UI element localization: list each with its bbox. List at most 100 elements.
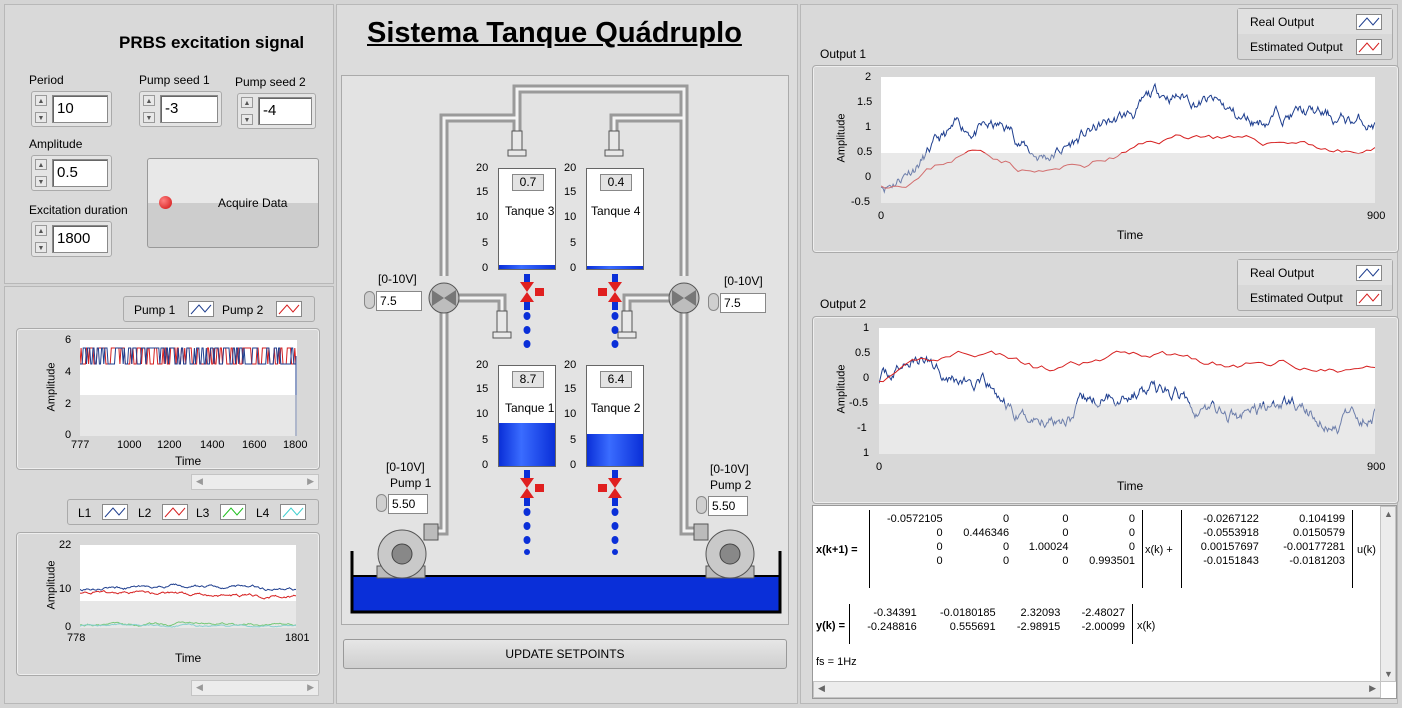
level-chart-scrollbar[interactable]: ◀ ▶ — [191, 680, 319, 696]
model-vertical-scrollbar[interactable]: ▲ ▼ — [1380, 506, 1396, 682]
legend-pump2-label: Pump 2 — [222, 303, 264, 317]
scroll-left-icon[interactable]: ◀ — [196, 476, 203, 487]
matrix-b-cell: 0.0150579 — [1293, 527, 1345, 539]
matrix-a-cell: 0 — [1002, 513, 1010, 525]
matrix-b-cell: -0.0181203 — [1289, 555, 1345, 567]
pump-chart-scrollbar[interactable]: ◀ ▶ — [191, 474, 319, 490]
signals-panel: Pump 1 Pump 2 6 4 2 0 Amplitude 777 1000… — [4, 286, 334, 704]
output1-xlabel: Time — [1117, 228, 1144, 242]
level-chart: 22 10 0 Amplitude 778 1801 Time — [16, 532, 320, 676]
valve-left-knob[interactable] — [364, 291, 375, 309]
pump-1-input[interactable]: 5.50 — [388, 494, 428, 514]
matrix-c-cell: -2.00099 — [1081, 621, 1125, 633]
scroll-left-icon[interactable]: ◀ — [818, 683, 825, 694]
pump-seed-1-input[interactable]: -3 — [160, 95, 218, 123]
excitation-duration-spinner[interactable]: ▲ ▼ — [35, 225, 49, 253]
valve-right-input[interactable]: 7.5 — [720, 293, 766, 313]
output1-legend-est-swatch — [1356, 39, 1382, 55]
scroll-right-icon[interactable]: ▶ — [307, 476, 314, 487]
matrix-a-cell: 0 — [1062, 513, 1069, 525]
matrix-c-cell: -2.48027 — [1081, 607, 1125, 619]
matrix-b-cell: -0.0553918 — [1203, 527, 1259, 539]
tank-1: 20 15 10 5 0 8.7 Tanque 1 — [476, 359, 564, 471]
excitation-duration-input[interactable]: 1800 — [52, 225, 108, 253]
legend-l4-label: L4 — [256, 506, 270, 520]
legend-pump1-label: Pump 1 — [134, 303, 176, 317]
plant-panel: Sistema Tanque Quádruplo 20 15 10 5 0 0.… — [336, 4, 798, 704]
legend-l1-label: L1 — [78, 506, 92, 520]
scroll-right-icon[interactable]: ▶ — [307, 682, 314, 693]
matrix-a-cell: 0 — [1062, 527, 1069, 539]
tank-2-water — [587, 434, 643, 466]
pump-ytick: 6 — [65, 334, 72, 346]
level-xlabel: Time — [175, 651, 202, 665]
valve-right-knob[interactable] — [708, 293, 719, 311]
output1-chart: 2 1.5 1 0.5 0 -0.5 Amplitude 0 900 Time — [812, 65, 1399, 253]
tank-scale: 5 — [482, 434, 489, 446]
matrix-b-cell: -0.0151843 — [1203, 555, 1259, 567]
pump-2-input[interactable]: 5.50 — [708, 496, 748, 516]
matrix-a-cell: 0 — [1128, 513, 1135, 525]
output1-ytick: -0.5 — [851, 196, 870, 208]
pump-seed-1-spinner[interactable]: ▲ ▼ — [143, 95, 157, 123]
legend-l3-label: L3 — [196, 506, 210, 520]
output1-title: Output 1 — [820, 47, 867, 61]
scroll-left-icon[interactable]: ◀ — [196, 682, 203, 693]
valve-left-range: [0-10V] — [378, 272, 417, 286]
pump-1-range: [0-10V] — [386, 460, 425, 474]
tank-scale: 20 — [564, 359, 577, 371]
output2-ytick: 1 — [863, 447, 870, 459]
output1-xtick: 900 — [1367, 210, 1386, 222]
update-setpoints-button[interactable]: UPDATE SETPOINTS — [343, 639, 787, 669]
amplitude-spinner[interactable]: ▲ ▼ — [35, 159, 49, 187]
pump-seed-2-spinner[interactable]: ▲ ▼ — [241, 97, 255, 125]
level-ylabel: Amplitude — [45, 560, 58, 610]
output2-ytick: 1 — [863, 322, 870, 334]
matrix-b-cell: -0.0267122 — [1203, 513, 1259, 525]
matrix-b-cell: 0.104199 — [1299, 513, 1345, 525]
level-xtick: 778 — [67, 632, 86, 644]
pump-chart: 6 4 2 0 Amplitude 777 1000 1200 1400 160… — [16, 328, 320, 470]
legend-l2-label: L2 — [138, 506, 152, 520]
tank-2: 20 15 10 5 0 6.4 Tanque 2 — [564, 359, 652, 471]
period-spinner[interactable]: ▲ ▼ — [35, 95, 49, 123]
output1-legend-est-label: Estimated Output — [1250, 40, 1343, 54]
xk-plus: x(k) + — [1145, 544, 1173, 556]
output1-legend-real-label: Real Output — [1250, 15, 1315, 29]
prbs-title: PRBS excitation signal — [119, 33, 305, 52]
tank-scale: 20 — [476, 162, 489, 174]
scroll-down-icon[interactable]: ▼ — [1384, 669, 1393, 679]
amplitude-input[interactable]: 0.5 — [52, 159, 108, 187]
matrix-c: -0.34391 -0.0180185 2.32093 -2.48027 -0.248… — [851, 606, 1131, 634]
acquire-data-button[interactable]: Acquire Data — [147, 158, 319, 248]
pump-xtick: 1200 — [157, 439, 182, 451]
model-equation-box: x(k+1) = -0.0572105 0 0 0 0 0.446346 0 0 0 0 1.0… — [812, 505, 1397, 699]
pump-seed-2-input[interactable]: -4 — [258, 97, 312, 125]
pump-ytick: 2 — [65, 398, 72, 410]
period-input[interactable]: 10 — [52, 95, 108, 123]
level-ytick: 22 — [59, 539, 72, 551]
tank-4-label: Tanque 4 — [591, 204, 641, 218]
amplitude-label: Amplitude — [29, 137, 83, 151]
tank-scale: 20 — [476, 359, 489, 371]
tank-scale: 15 — [564, 383, 577, 395]
valve-left-input[interactable]: 7.5 — [376, 291, 422, 311]
xk-label: x(k) — [1137, 620, 1156, 632]
pump-2-knob[interactable] — [696, 496, 707, 514]
scroll-right-icon[interactable]: ▶ — [1369, 683, 1376, 694]
matrix-c-cell: 0.555691 — [949, 621, 996, 633]
model-horizontal-scrollbar[interactable]: ◀ ▶ — [813, 681, 1381, 698]
prbs-panel: PRBS excitation signal Period ▲ ▼ 10 Pump… — [4, 4, 334, 284]
scroll-up-icon[interactable]: ▲ — [1384, 509, 1393, 519]
tank-scale: 10 — [476, 211, 489, 223]
output2-ytick: -0.5 — [849, 397, 868, 409]
tank-scale: 5 — [570, 434, 577, 446]
pump-seed-1-control: ▲ ▼ -3 — [139, 91, 222, 127]
matrix-a-cell: 0 — [1128, 527, 1135, 539]
output1-ytick: 1 — [865, 121, 872, 133]
output2-legend-real-label: Real Output — [1250, 266, 1315, 280]
pump-1-knob[interactable] — [376, 494, 387, 512]
tank-4-value: 0.4 — [600, 174, 632, 191]
matrix-a-cell: 0.446346 — [963, 527, 1010, 539]
tank-2-value: 6.4 — [600, 371, 632, 388]
